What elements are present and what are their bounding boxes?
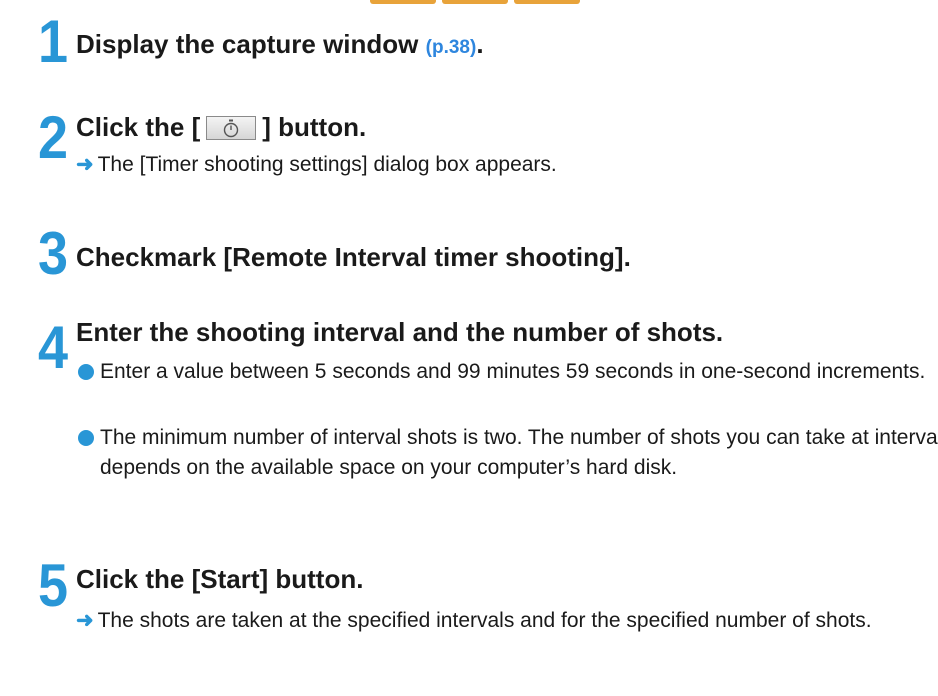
bullet-dot-icon <box>78 430 94 446</box>
result-arrow-icon: ➜ <box>76 609 94 632</box>
result-text: The [Timer shooting settings] dialog box… <box>97 153 557 176</box>
step-number: 3 <box>38 220 69 287</box>
step-title: Enter the shooting interval and the numb… <box>76 317 724 347</box>
tab-marker <box>442 0 508 4</box>
step-number: 5 <box>38 552 69 619</box>
result-arrow-icon: ➜ <box>76 153 94 176</box>
bullet-dot-icon <box>78 364 94 380</box>
step-title-text: Display the capture window <box>76 29 419 59</box>
step-title-prefix: Click the [ <box>76 112 201 142</box>
bullet-item: The minimum number of interval shots is … <box>78 423 938 483</box>
top-tab-strip <box>370 0 580 4</box>
step-title-period: . <box>476 29 484 59</box>
tab-marker <box>370 0 436 4</box>
step-title: Click the [Start] button. <box>76 564 364 594</box>
step-number: 2 <box>38 104 69 171</box>
step-number: 4 <box>38 314 69 381</box>
step-result: ➜ The [Timer shooting settings] dialog bo… <box>76 150 557 180</box>
tab-marker <box>514 0 580 4</box>
step-title-suffix: ] button. <box>262 112 367 142</box>
step-number: 1 <box>38 8 69 75</box>
result-text: The shots are taken at the specified int… <box>97 609 872 632</box>
timer-icon <box>224 119 239 138</box>
step-title: Display the capture window (p.38). <box>76 28 484 64</box>
bullet-item: Enter a value between 5 seconds and 99 m… <box>78 357 938 387</box>
step-title: Click the [ ] button. <box>76 111 366 143</box>
step-title: Checkmark [Remote Interval timer shootin… <box>76 242 631 272</box>
bullet-text: The minimum number of interval shots is … <box>100 426 938 479</box>
timer-button <box>206 116 257 140</box>
bullet-text: Enter a value between 5 seconds and 99 m… <box>100 360 926 383</box>
step-result: ➜ The shots are taken at the specified in… <box>76 606 936 636</box>
page-reference-link[interactable]: (p.38) <box>426 37 477 58</box>
